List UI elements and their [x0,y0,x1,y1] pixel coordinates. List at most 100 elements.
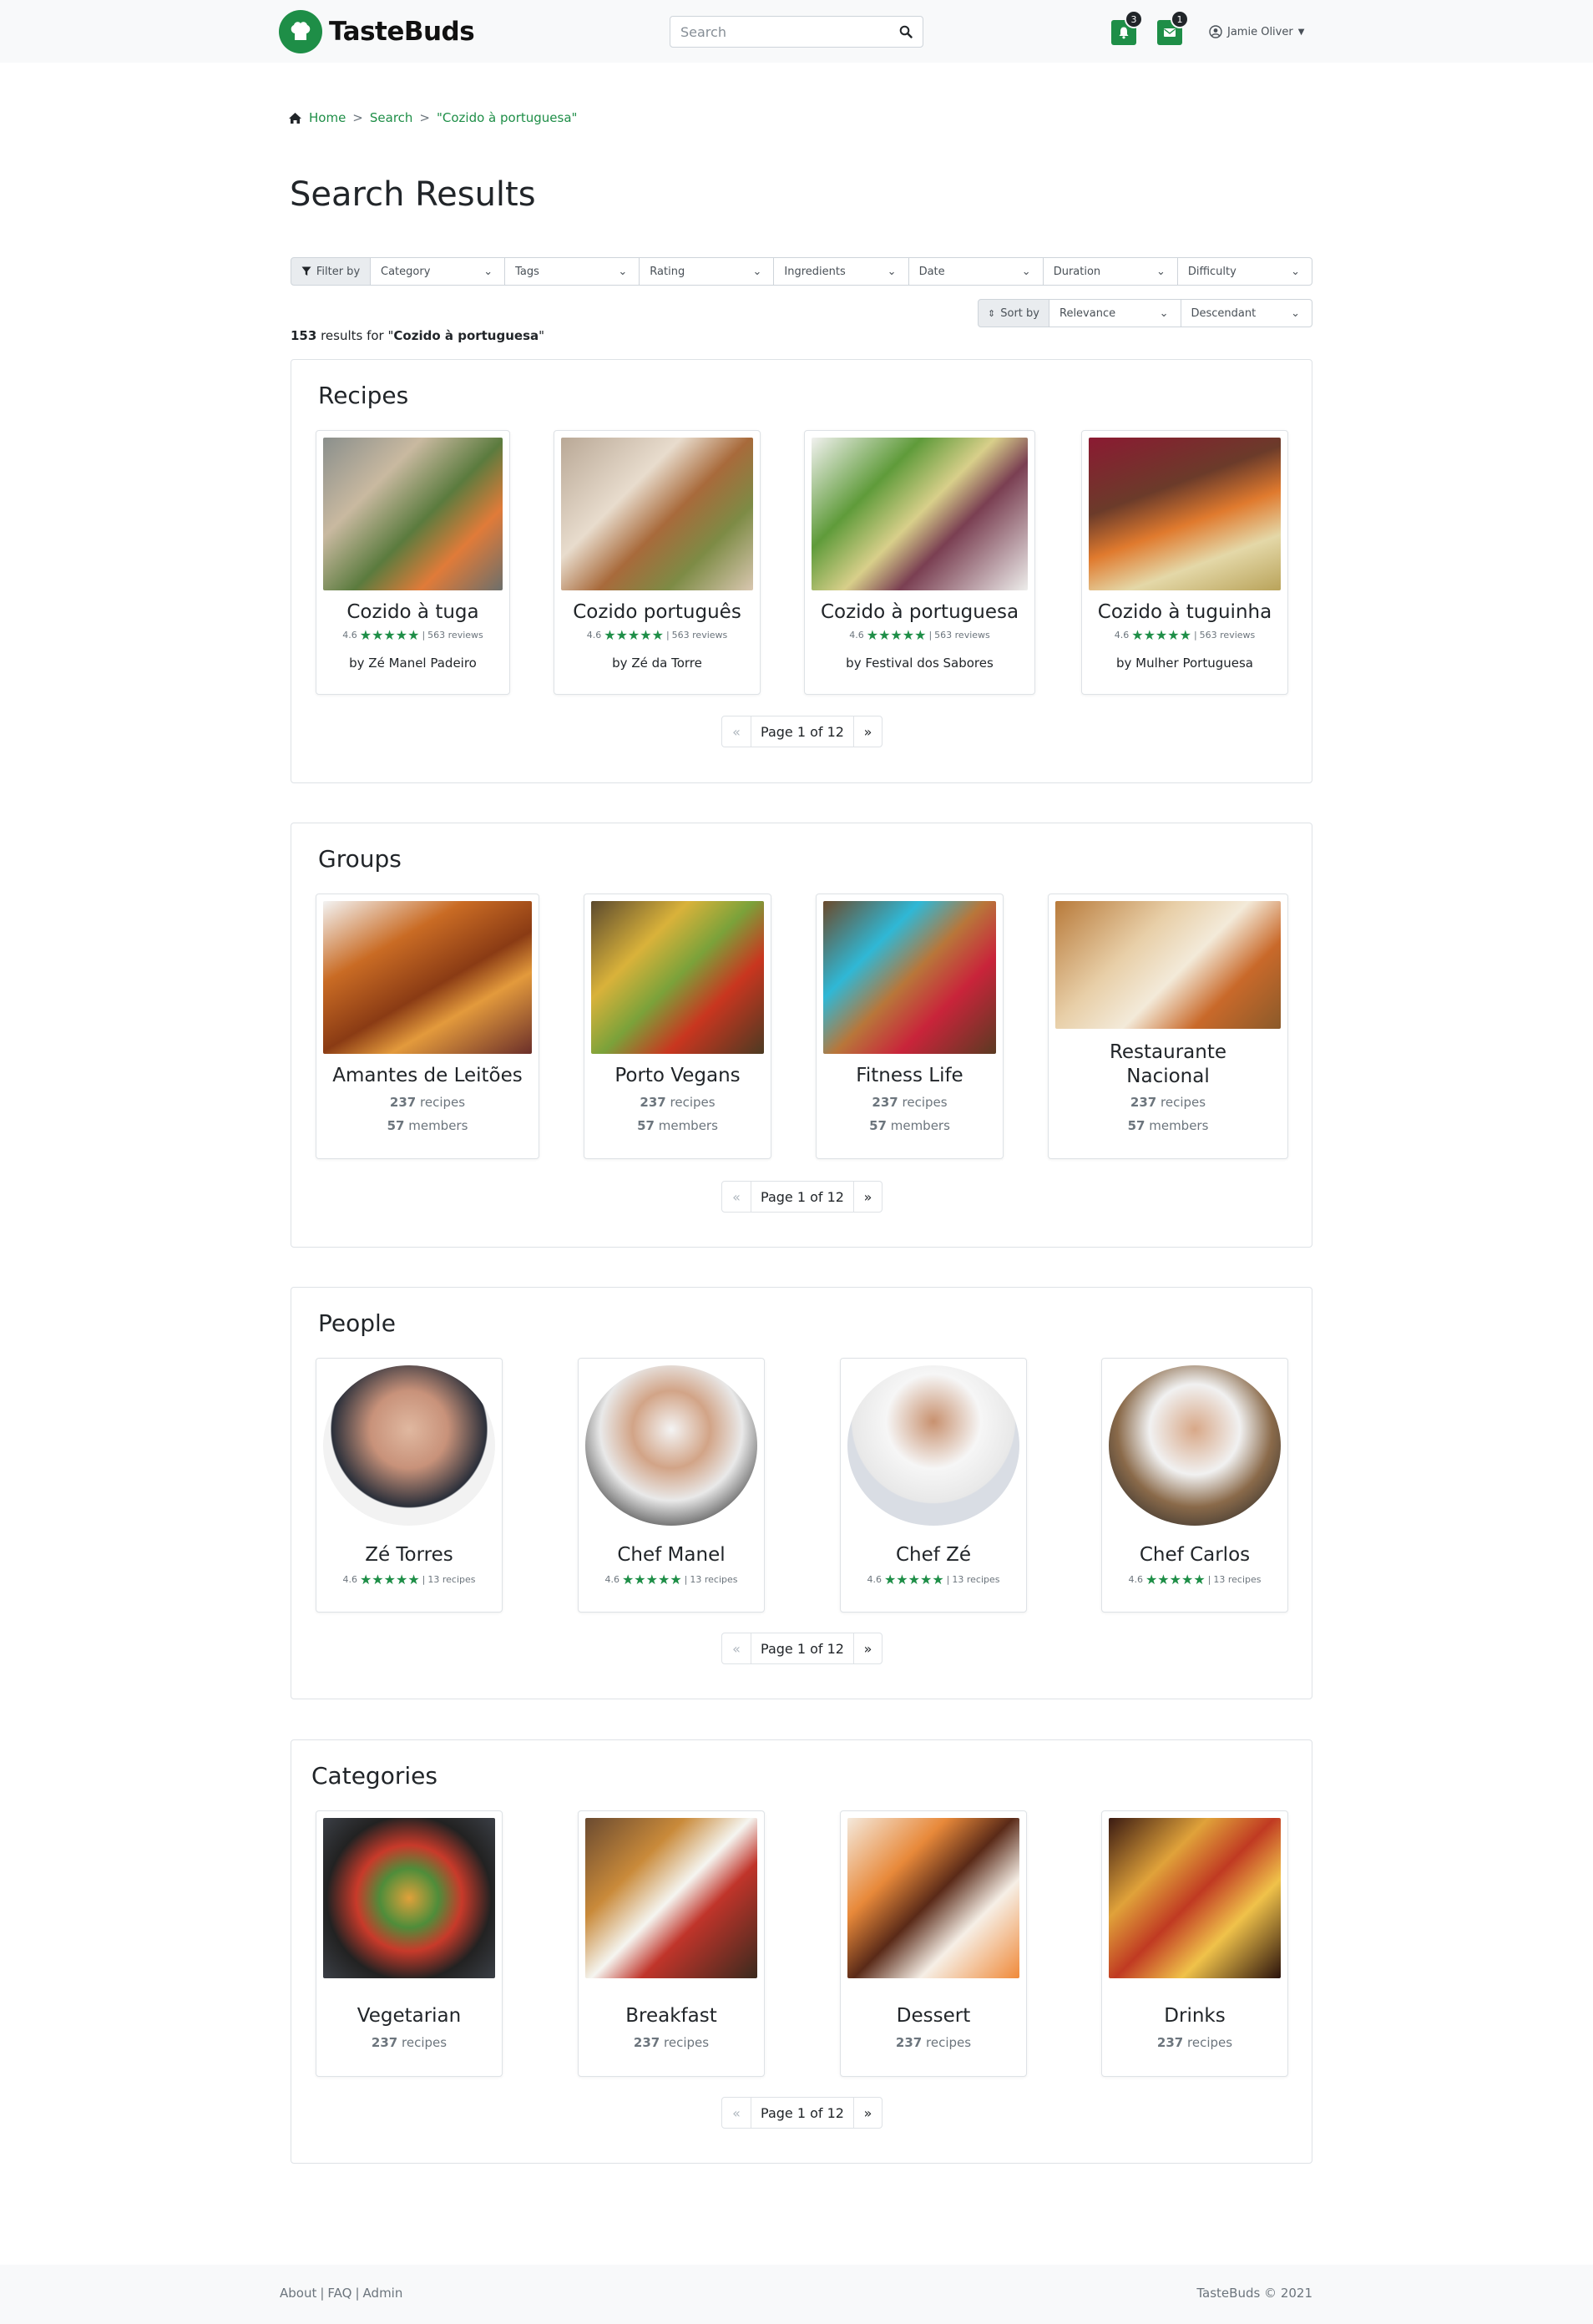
group-recipes-count: 237 recipes [872,1095,948,1110]
recipe-image [812,438,1028,590]
group-members-count: 57 members [1127,1118,1209,1133]
filter-difficulty-select[interactable]: Difficulty ⌄ [1177,257,1312,286]
category-image [847,1818,1019,1978]
filter-duration-select[interactable]: Duration ⌄ [1043,257,1178,286]
star-rating-icon: ★★★★★ [604,627,664,643]
recipes-section: Recipes Cozido à tuga 4.6 ★★★★★ | 563 revie… [291,359,1312,783]
person-card[interactable]: Chef Manel 4.6 ★★★★★ | 13 recipes [578,1358,765,1613]
notifications-button[interactable]: 3 [1111,10,1143,45]
next-page-button[interactable]: » [853,716,882,747]
category-recipes-count: 237 recipes [895,2035,972,2050]
chevron-down-icon: ⌄ [1159,306,1169,320]
prev-page-button[interactable]: « [721,1633,751,1664]
category-recipes-count: 237 recipes [1156,2035,1233,2050]
group-name: Porto Vegans [614,1065,741,1086]
group-card[interactable]: Amantes de Leitões 237 recipes 57 member… [316,894,539,1159]
category-card[interactable]: Drinks 237 recipes [1101,1810,1288,2077]
group-image [323,901,532,1054]
filter-date-select[interactable]: Date ⌄ [908,257,1044,286]
groups-pagination: « Page 1 of 12 » [721,1181,882,1213]
category-recipes-count: 237 recipes [633,2035,710,2050]
person-card[interactable]: Zé Torres 4.6 ★★★★★ | 13 recipes [316,1358,503,1613]
footer-about-link[interactable]: About [280,2286,316,2301]
footer-admin-link[interactable]: Admin [363,2286,403,2301]
groups-section: Groups Amantes de Leitões 237 recipes 57… [291,823,1312,1248]
category-name: Drinks [1164,2005,1226,2027]
categories-section: Categories Vegetarian 237 recipes Breakf… [291,1739,1312,2164]
group-card[interactable]: Porto Vegans 237 recipes 57 members [584,894,771,1159]
section-title: Categories [311,1762,437,1790]
chevron-down-icon: ⌄ [1291,306,1300,320]
breadcrumb-search[interactable]: Search [370,110,413,125]
prev-page-button[interactable]: « [721,1181,751,1213]
group-image [1055,901,1281,1029]
person-card[interactable]: Chef Zé 4.6 ★★★★★ | 13 recipes [840,1358,1027,1613]
recipe-author: by Mulher Portuguesa [1116,656,1253,671]
people-pagination: « Page 1 of 12 » [721,1633,882,1664]
sort-field-select[interactable]: Relevance ⌄ [1049,299,1181,327]
search-icon[interactable] [889,17,923,47]
next-page-button[interactable]: » [853,2097,882,2129]
recipe-rating: 4.6 ★★★★★ | 563 reviews [586,627,728,643]
recipe-author: by Zé da Torre [612,656,702,671]
group-recipes-count: 237 recipes [389,1095,466,1110]
section-title: Groups [318,845,402,873]
caret-down-icon: ▼ [1297,27,1305,37]
recipe-card[interactable]: Cozido à tuguinha 4.6 ★★★★★ | 563 reviews b… [1081,430,1288,695]
person-card[interactable]: Chef Carlos 4.6 ★★★★★ | 13 recipes [1101,1358,1288,1613]
breadcrumb-home[interactable]: Home [309,110,346,125]
messages-badge: 1 [1171,10,1189,28]
group-card[interactable]: Restaurante Nacional 237 recipes 57 memb… [1048,894,1288,1159]
next-page-button[interactable]: » [853,1181,882,1213]
prev-page-button[interactable]: « [721,716,751,747]
section-title: People [318,1309,397,1337]
breadcrumb-current: "Cozido à portuguesa" [437,110,578,125]
recipe-card[interactable]: Cozido português 4.6 ★★★★★ | 563 reviews by… [554,430,761,695]
group-name: Fitness Life [856,1065,963,1086]
footer-faq-link[interactable]: FAQ [327,2286,351,2301]
user-menu[interactable]: Jamie Oliver ▼ [1209,22,1304,42]
filter-rating-select[interactable]: Rating ⌄ [640,257,775,286]
group-card[interactable]: Fitness Life 237 recipes 57 members [816,894,1004,1159]
messages-button[interactable]: 1 [1157,10,1189,45]
filter-category-select[interactable]: Category ⌄ [371,257,506,286]
recipe-card[interactable]: Cozido à tuga 4.6 ★★★★★ | 563 reviews by Zé… [316,430,510,695]
breadcrumb-separator: > [419,110,430,125]
filter-tags-select[interactable]: Tags ⌄ [505,257,640,286]
group-members-count: 57 members [637,1118,718,1133]
page-title: Search Results [290,175,536,214]
person-rating: 4.6 ★★★★★ | 13 recipes [604,1572,738,1587]
navbar: TasteBuds 3 1 Jamie Oliver ▼ [0,0,1593,63]
category-image [1109,1818,1281,1978]
person-rating: 4.6 ★★★★★ | 13 recipes [342,1572,476,1587]
category-card[interactable]: Breakfast 237 recipes [578,1810,765,2077]
person-rating: 4.6 ★★★★★ | 13 recipes [1128,1572,1262,1587]
next-page-button[interactable]: » [853,1633,882,1664]
recipe-image [1089,438,1281,590]
person-avatar [323,1365,495,1526]
person-name: Zé Torres [365,1544,453,1566]
category-card[interactable]: Dessert 237 recipes [840,1810,1027,2077]
category-name: Vegetarian [357,2005,462,2027]
recipe-card[interactable]: Cozido à portuguesa 4.6 ★★★★★ | 563 reviews… [804,430,1035,695]
category-card[interactable]: Vegetarian 237 recipes [316,1810,503,2077]
recipe-image [561,438,753,590]
filter-ingredients-select[interactable]: Ingredients ⌄ [774,257,909,286]
search-input[interactable] [670,17,889,47]
prev-page-button[interactable]: « [721,2097,751,2129]
chevron-down-icon: ⌄ [1156,265,1166,278]
category-image [323,1818,495,1978]
breadcrumb-separator: > [352,110,363,125]
recipe-rating: 4.6 ★★★★★ | 563 reviews [342,627,483,643]
recipe-author: by Festival dos Sabores [846,656,994,671]
sort-icon: ⇕ [988,307,996,319]
footer-copyright: TasteBuds © 2021 [1196,2286,1312,2301]
brand-link[interactable]: TasteBuds [279,10,475,53]
person-rating: 4.6 ★★★★★ | 13 recipes [867,1572,1000,1587]
group-members-count: 57 members [387,1118,468,1133]
sort-order-select[interactable]: Descendant ⌄ [1181,299,1312,327]
group-recipes-count: 237 recipes [640,1095,716,1110]
star-rating-icon: ★★★★★ [883,1572,944,1587]
home-icon [289,112,301,124]
user-circle-icon [1209,25,1222,38]
